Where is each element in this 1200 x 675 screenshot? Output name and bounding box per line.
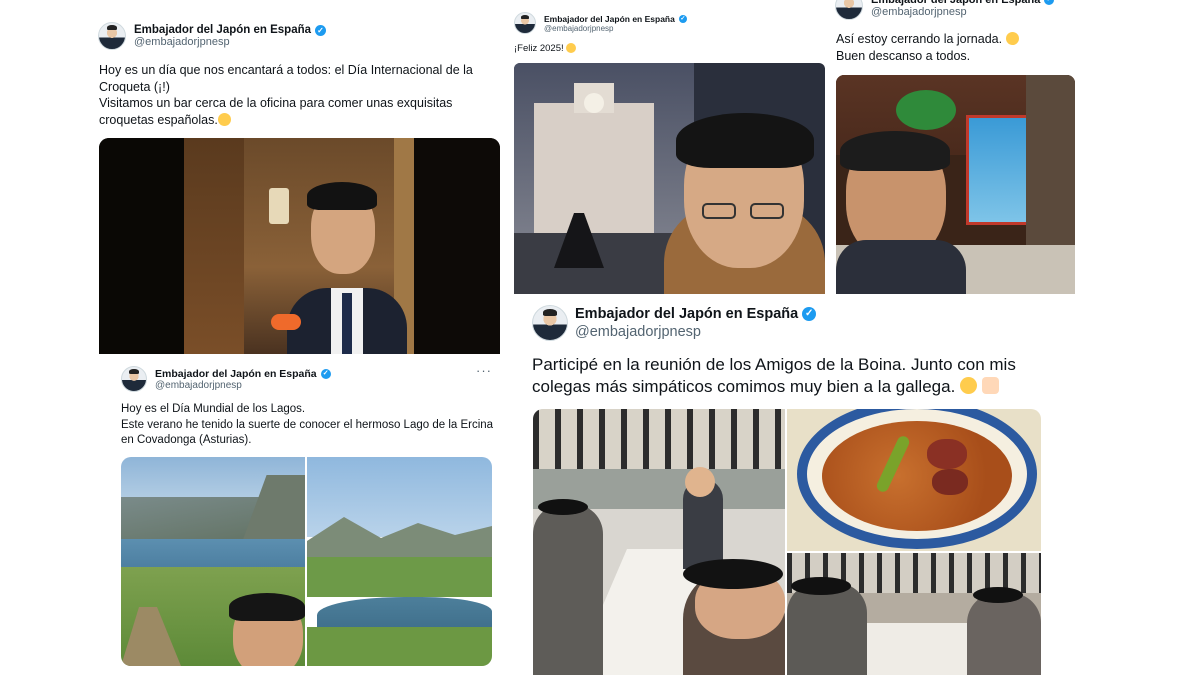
handle[interactable]: @embajadorjpnesp — [155, 380, 331, 391]
tweet-feliz-2025[interactable]: Embajador del Japón en España ✓ @embajad… — [505, 0, 827, 296]
face-savoring-food-icon — [960, 377, 978, 395]
lake-ercina-landscape-photo[interactable] — [307, 457, 492, 666]
tweet-header: Embajador del Japón en España ✓ @embajad… — [98, 22, 327, 50]
grinning-face-icon — [1005, 32, 1019, 45]
fabada-bowl-photo[interactable] — [787, 409, 1041, 551]
tweet-text-body-2: Buen descanso a todos. — [836, 48, 971, 63]
tweet-text: ¡Feliz 2025! — [514, 43, 577, 56]
tweet-header: Embajador del Japón en España ✓ @embajad… — [532, 305, 817, 341]
tweet-text: Participé en la reunión de los Amigos de… — [532, 354, 1052, 398]
tweet-text: Hoy es un día que nos encantará a todos:… — [99, 62, 499, 128]
avatar[interactable] — [532, 305, 568, 341]
verified-badge-icon: ✓ — [315, 24, 327, 36]
display-name[interactable]: Embajador del Japón en España — [134, 24, 311, 36]
tweet-text-body: ¡Feliz 2025! — [514, 43, 564, 54]
boina-group-lunch-photo[interactable] — [533, 409, 785, 675]
hugging-face-icon — [566, 43, 577, 53]
tweet-text: Así estoy cerrando la jornada. Buen desc… — [836, 31, 1019, 65]
tweet-text-body: Participé en la reunión de los Amigos de… — [532, 355, 1016, 397]
tweet-lagos[interactable]: Embajador del Japón en España ✓ @embajad… — [110, 355, 510, 675]
display-name[interactable]: Embajador del Japón en España — [544, 14, 675, 24]
tweet-jornada[interactable]: Embajador del Japón en España ✓ @embajad… — [827, 0, 1077, 296]
verified-badge-icon: ✓ — [802, 307, 817, 321]
grinning-face-icon — [217, 112, 231, 126]
display-name[interactable]: Embajador del Japón en España — [155, 368, 317, 380]
tweet-photo[interactable] — [514, 63, 825, 294]
verified-badge-icon: ✓ — [678, 14, 687, 23]
avatar[interactable] — [835, 0, 863, 20]
tweet-photo-grid[interactable] — [533, 409, 1041, 675]
handle[interactable]: @embajadorjpnesp — [575, 324, 816, 340]
more-options-icon[interactable]: ··· — [476, 363, 492, 378]
boina-table-photo[interactable] — [787, 553, 1041, 675]
handle[interactable]: @embajadorjpnesp — [134, 36, 326, 48]
tweet-text: Hoy es el Día Mundial de los Lagos. Este… — [121, 403, 494, 447]
handle[interactable]: @embajadorjpnesp — [544, 24, 687, 33]
puerta-del-sol-fireworks-selfie-photo — [514, 63, 825, 294]
avatar[interactable] — [121, 366, 147, 392]
ambassador-holding-croqueta-photo — [99, 138, 500, 354]
tweet-text-body: Así estoy cerrando la jornada. — [836, 32, 1003, 46]
handle[interactable]: @embajadorjpnesp — [871, 6, 1054, 18]
lake-ercina-selfie-photo[interactable] — [121, 457, 305, 666]
avatar[interactable] — [514, 12, 536, 34]
tweet-croqueta[interactable]: Embajador del Japón en España ✓ @embajad… — [88, 10, 510, 355]
verified-badge-icon: ✓ — [1044, 0, 1055, 5]
ambassador-evening-bar-photo — [836, 75, 1075, 294]
tweet-photo[interactable] — [836, 75, 1075, 294]
avatar[interactable] — [98, 22, 126, 50]
tweet-header: Embajador del Japón en España ✓ @embajad… — [121, 366, 331, 392]
tweet-photo-grid[interactable] — [121, 457, 492, 666]
thumbs-up-icon — [981, 377, 999, 395]
display-name[interactable]: Embajador del Japón en España — [575, 306, 798, 322]
verified-badge-icon: ✓ — [320, 368, 331, 379]
tweet-text-body: Hoy es un día que nos encantará a todos:… — [99, 63, 473, 127]
tweet-photo[interactable] — [99, 138, 500, 354]
tweet-boina[interactable]: Embajador del Japón en España ✓ @embajad… — [518, 296, 1058, 675]
tweet-header: Embajador del Japón en España ✓ @embajad… — [835, 0, 1055, 20]
tweet-header: Embajador del Japón en España ✓ @embajad… — [514, 12, 687, 34]
